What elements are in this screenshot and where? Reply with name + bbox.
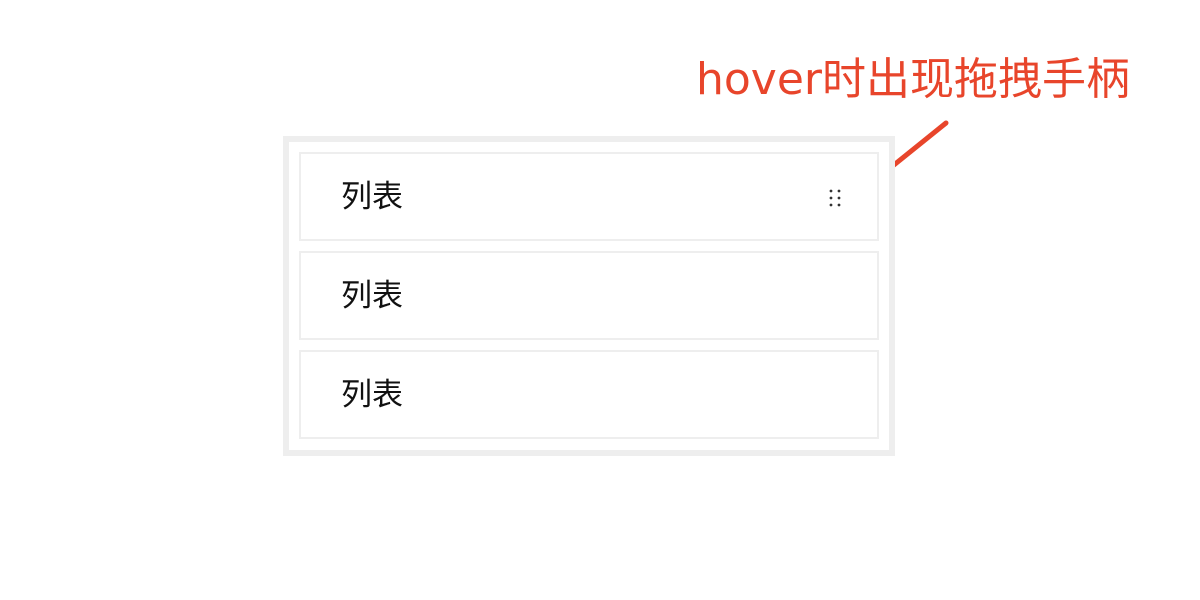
list-item[interactable]: 列表 (299, 251, 879, 340)
list-item-label: 列表 (341, 278, 403, 314)
canvas: hover时出现拖拽手柄 列表 列表 列表 (0, 0, 1200, 600)
list-item-label: 列表 (341, 179, 403, 215)
grip-vertical-icon[interactable] (827, 188, 843, 208)
sortable-list: 列表 列表 列表 (283, 136, 895, 456)
list-item[interactable]: 列表 (299, 152, 879, 241)
list-item[interactable]: 列表 (299, 350, 879, 439)
hover-annotation-label: hover时出现拖拽手柄 (696, 54, 1131, 105)
list-item-label: 列表 (341, 377, 403, 413)
